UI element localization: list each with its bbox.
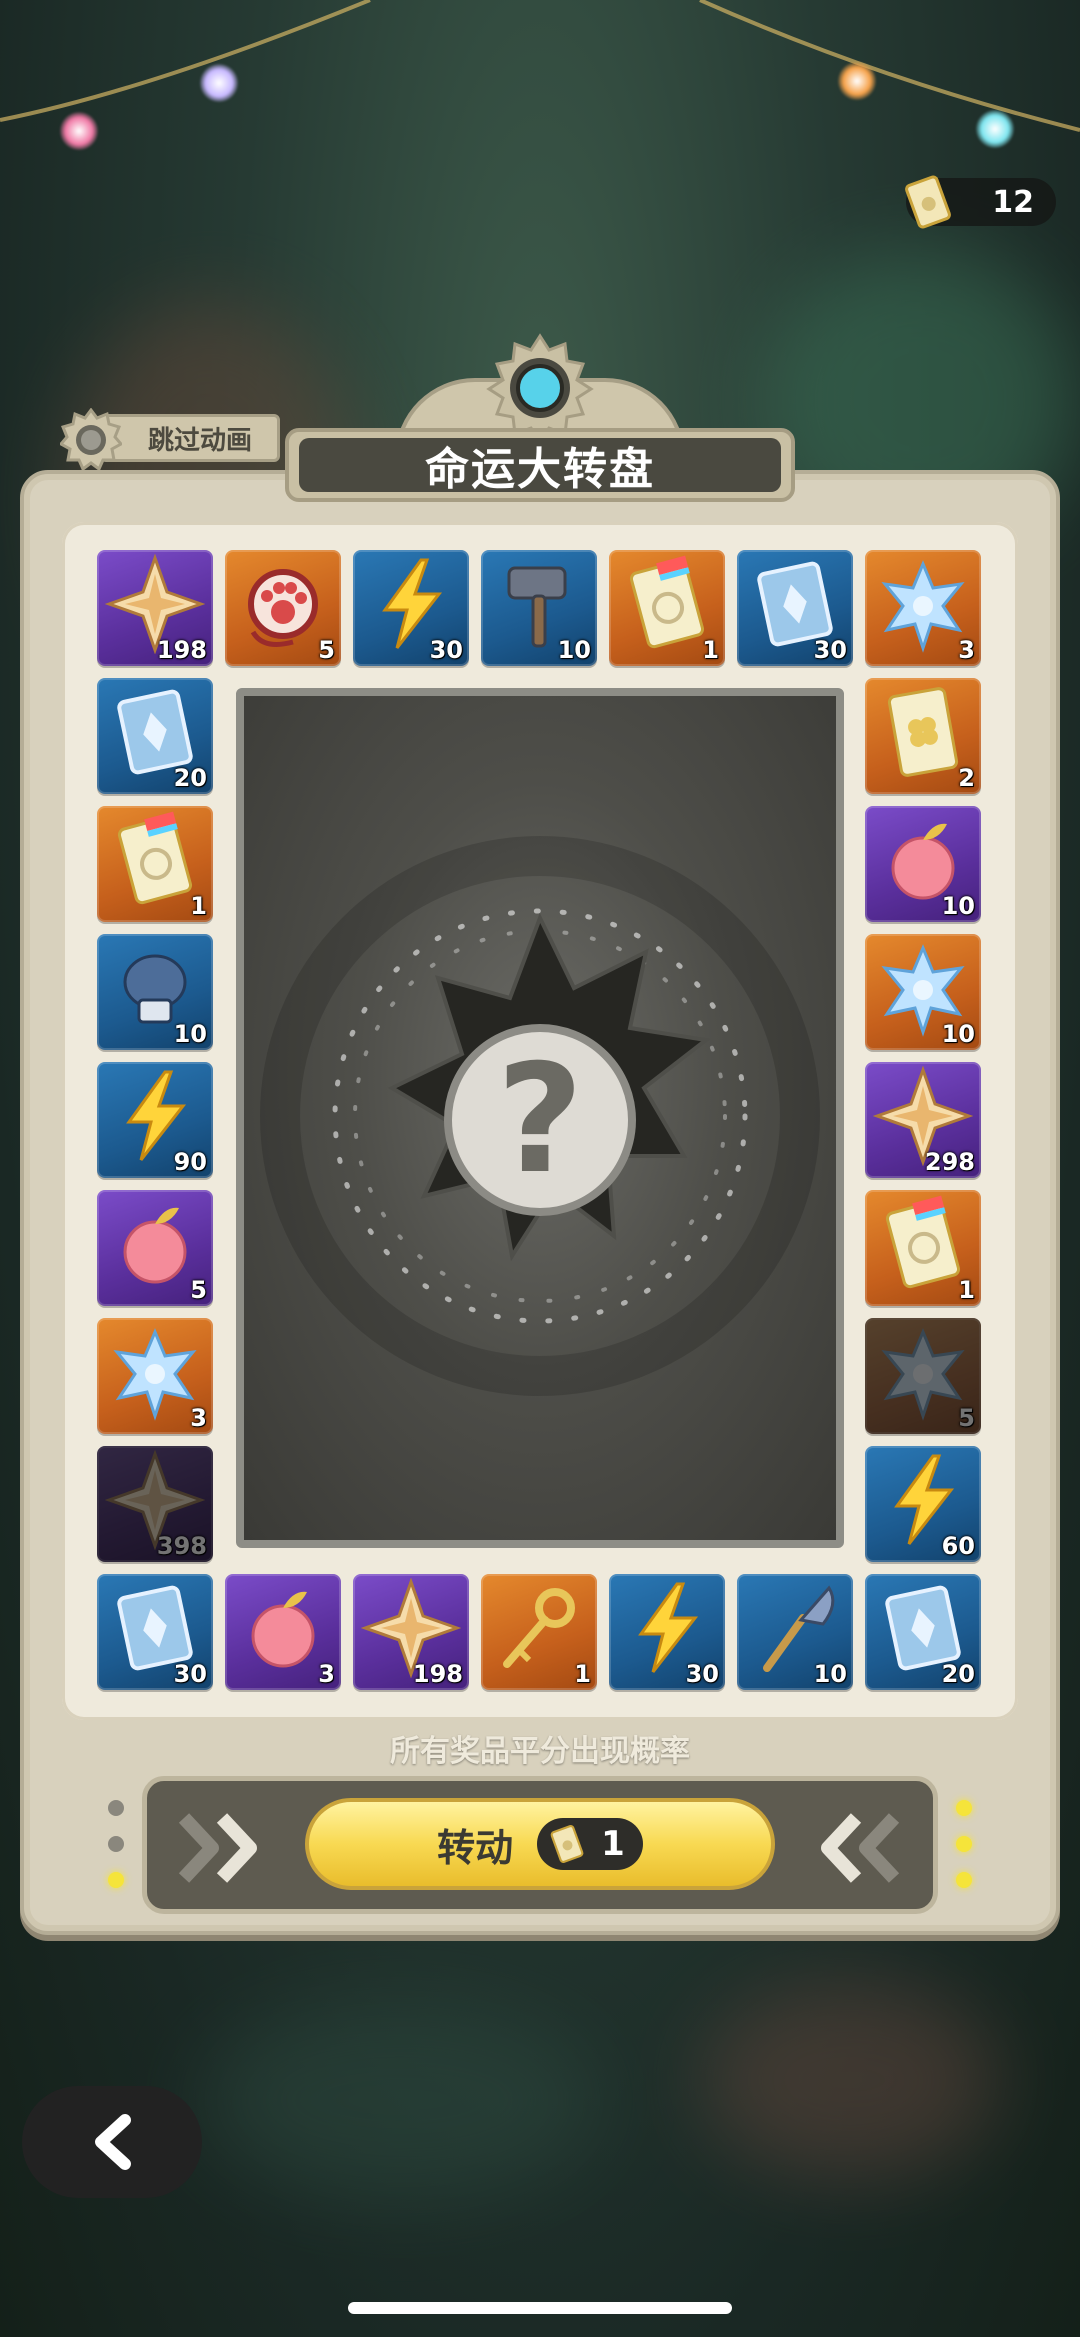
indicator-dot [108, 1800, 124, 1816]
prize-count: 5 [318, 636, 335, 664]
prize-tile-paw-pendant: 5 [225, 550, 341, 666]
prize-tile-lightning: 60 [865, 1446, 981, 1562]
question-mark-icon: ? [444, 1024, 636, 1216]
spin-label: 转动 [437, 1825, 514, 1870]
mystery-prize-display: ? [236, 688, 844, 1548]
prize-tile-crystal-card: 30 [737, 550, 853, 666]
prize-tile-apple: 10 [865, 806, 981, 922]
prize-count: 2 [958, 764, 975, 792]
prize-count: 30 [685, 1660, 719, 1688]
home-indicator[interactable] [348, 2302, 732, 2314]
probability-hint: 所有奖品平分出现概率 [390, 1734, 690, 1769]
ticket-counter: 12 [905, 175, 1056, 229]
prize-count: 3 [190, 1404, 207, 1432]
prize-count: 20 [941, 1660, 975, 1688]
prize-tile-star-shard: 298 [865, 1062, 981, 1178]
prize-count: 1 [702, 636, 719, 664]
prize-count: 20 [173, 764, 207, 792]
prize-tile-hammer: 10 [481, 550, 597, 666]
light-bulb [976, 110, 1014, 148]
prize-tile-key: 1 [481, 1574, 597, 1690]
prize-count: 10 [941, 1020, 975, 1048]
prize-count: 10 [557, 636, 591, 664]
title-plaque: 命运大转盘 [285, 428, 795, 502]
prize-count: 298 [924, 1148, 975, 1176]
indicator-dot [108, 1836, 124, 1852]
prize-tile-boxing-glove: 10 [97, 934, 213, 1050]
background-blur-4 [200, 2000, 600, 2200]
prize-count: 60 [941, 1532, 975, 1560]
prize-tile-clover-ticket: 2 [865, 678, 981, 794]
prize-count: 10 [941, 892, 975, 920]
prize-count: 10 [173, 1020, 207, 1048]
ticket-icon [550, 1825, 584, 1863]
prize-tile-star-shard: 398 [97, 1446, 213, 1562]
prize-count: 5 [958, 1404, 975, 1432]
background-blur-3 [700, 1980, 1000, 2180]
skip-animation-button[interactable]: 跳过动画 [60, 408, 280, 470]
prize-tile-rainbow-ticket: 1 [97, 806, 213, 922]
back-button[interactable] [22, 2086, 202, 2198]
skip-animation-label: 跳过动画 [147, 425, 252, 456]
spin-cost: 1 [537, 1818, 643, 1870]
back-arrow-icon [95, 2114, 131, 2170]
prize-tile-crystal-card: 30 [97, 1574, 213, 1690]
spin-button[interactable]: 转动 1 [305, 1798, 775, 1890]
prize-tile-lightning: 90 [97, 1062, 213, 1178]
arrow-right-icon [178, 1813, 257, 1883]
light-bulb [838, 62, 876, 100]
page-title: 命运大转盘 [425, 444, 655, 495]
prize-tile-crystal-pendant: 3 [865, 550, 981, 666]
gear-icon [60, 408, 122, 470]
spin-cost-amount: 1 [601, 1824, 625, 1864]
prize-tile-lightning: 30 [609, 1574, 725, 1690]
prize-count: 30 [173, 1660, 207, 1688]
prize-count: 3 [958, 636, 975, 664]
ticket-icon [900, 174, 956, 238]
prize-count: 30 [429, 636, 463, 664]
prize-count: 398 [156, 1532, 207, 1560]
prize-tile-crystal-pendant: 3 [97, 1318, 213, 1434]
prize-tile-crystal-pendant: 10 [865, 934, 981, 1050]
light-bulb [200, 64, 238, 102]
prize-tile-lightning: 30 [353, 550, 469, 666]
prize-tile-shovel: 10 [737, 1574, 853, 1690]
prize-count: 1 [958, 1276, 975, 1304]
prize-count: 198 [412, 1660, 463, 1688]
prize-count: 1 [190, 892, 207, 920]
arrow-left-icon [821, 1813, 900, 1883]
prize-tile-crystal-pendant: 5 [865, 1318, 981, 1434]
indicator-dot [956, 1800, 972, 1816]
prize-tile-crystal-card: 20 [97, 678, 213, 794]
gear-ornament-icon [486, 333, 594, 442]
prize-tile-star-shard: 198 [353, 1574, 469, 1690]
prize-count: 30 [813, 636, 847, 664]
prize-count: 3 [318, 1660, 335, 1688]
prize-count: 1 [574, 1660, 591, 1688]
prize-tile-apple: 5 [97, 1190, 213, 1306]
indicator-dot [956, 1836, 972, 1852]
prize-tile-apple: 3 [225, 1574, 341, 1690]
prize-tile-rainbow-ticket: 1 [865, 1190, 981, 1306]
prize-count: 90 [173, 1148, 207, 1176]
prize-count: 10 [813, 1660, 847, 1688]
ticket-amount: 12 [992, 184, 1034, 220]
prize-count: 5 [190, 1276, 207, 1304]
prize-tile-star-shard: 198 [97, 550, 213, 666]
prize-count: 198 [156, 636, 207, 664]
prize-tile-rainbow-ticket: 1 [609, 550, 725, 666]
indicator-dot [108, 1872, 124, 1888]
prize-tile-crystal-card: 20 [865, 1574, 981, 1690]
light-bulb [60, 112, 98, 150]
indicator-dot [956, 1872, 972, 1888]
